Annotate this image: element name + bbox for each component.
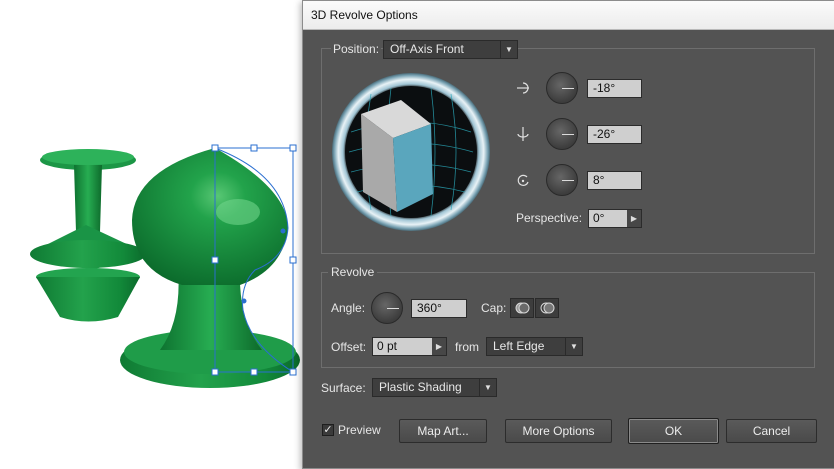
chevron-down-icon: ▼ <box>565 338 582 355</box>
cap-label: Cap: <box>481 301 507 315</box>
cancel-button[interactable]: Cancel <box>726 419 817 443</box>
surface-dropdown-value: Plastic Shading <box>379 380 462 394</box>
from-dropdown-value: Left Edge <box>493 339 545 353</box>
perspective-value: 0° <box>593 211 605 225</box>
z-axis-knob[interactable] <box>546 164 578 196</box>
small-pushpin-object[interactable] <box>30 149 146 322</box>
position-label: Position: <box>331 42 382 56</box>
perspective-label: Perspective: <box>516 211 583 225</box>
z-axis-rotate-icon <box>517 174 529 186</box>
chevron-down-icon: ▼ <box>479 379 496 396</box>
offset-label: Offset: <box>331 340 367 354</box>
chevron-right-icon[interactable]: ▶ <box>432 338 446 355</box>
y-axis-rotate-icon <box>517 127 529 141</box>
x-axis-knob[interactable] <box>546 72 578 104</box>
surface-label: Surface: <box>321 381 366 395</box>
ok-button[interactable]: OK <box>628 418 719 444</box>
perspective-stepper[interactable]: 0° ▶ <box>588 209 642 228</box>
chevron-right-icon[interactable]: ▶ <box>627 210 641 227</box>
preview-label[interactable]: Preview <box>338 423 381 437</box>
revolve-group-label: Revolve <box>328 265 378 279</box>
more-options-button[interactable]: More Options <box>505 419 612 443</box>
track-cube-preview[interactable] <box>331 72 491 232</box>
map-art-button[interactable]: Map Art... <box>399 419 487 443</box>
x-axis-field[interactable]: -18° <box>587 79 642 98</box>
y-axis-knob[interactable] <box>546 118 578 150</box>
chevron-down-icon: ▼ <box>500 41 517 58</box>
x-axis-rotate-icon <box>517 82 529 94</box>
cap-on-button[interactable] <box>510 298 534 318</box>
cap-off-button[interactable] <box>535 298 559 318</box>
offset-value: 0 pt <box>377 339 398 353</box>
cap-on-icon <box>515 302 530 314</box>
large-pushpin-object[interactable] <box>120 148 300 388</box>
from-label: from <box>455 340 479 354</box>
y-axis-field[interactable]: -26° <box>587 125 642 144</box>
surface-dropdown[interactable]: Plastic Shading ▼ <box>372 378 497 397</box>
preview-checkbox[interactable]: ✓ <box>322 424 334 436</box>
position-dropdown[interactable]: Off-Axis Front ▼ <box>383 40 518 59</box>
angle-label: Angle: <box>331 301 366 315</box>
dialog-title: 3D Revolve Options <box>303 1 834 30</box>
position-dropdown-value: Off-Axis Front <box>390 42 464 56</box>
z-axis-field[interactable]: 8° <box>587 171 642 190</box>
offset-stepper[interactable]: 0 pt ▶ <box>372 337 447 356</box>
angle-field[interactable]: 360° <box>411 299 467 318</box>
cap-off-icon <box>540 302 555 314</box>
angle-knob[interactable] <box>371 292 403 324</box>
from-dropdown[interactable]: Left Edge ▼ <box>486 337 583 356</box>
